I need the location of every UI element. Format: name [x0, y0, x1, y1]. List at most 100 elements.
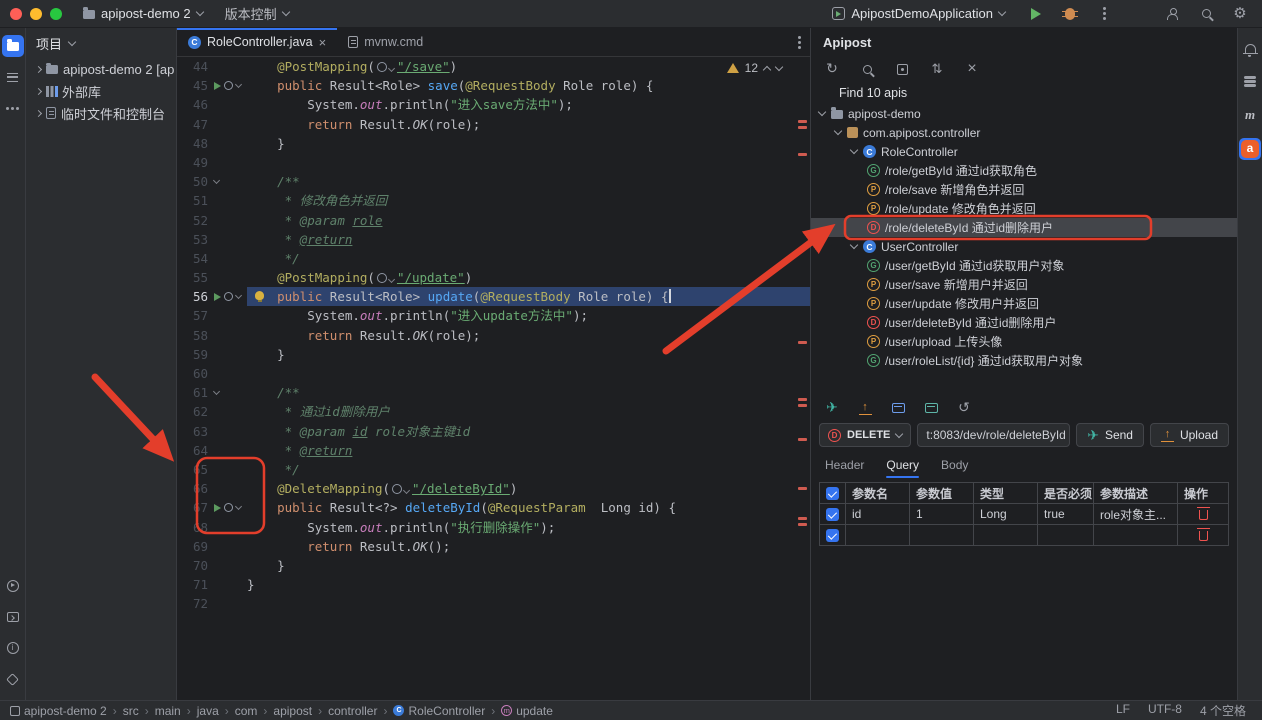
api-tree-item[interactable]: UserController [811, 237, 1237, 256]
api-tree-item[interactable]: /user/update 修改用户并返回 [811, 294, 1237, 313]
url-input[interactable]: t:8083/dev/role/deleteById [917, 423, 1071, 447]
error-stripe-mark[interactable] [798, 523, 807, 526]
fold-chevron-icon[interactable] [234, 503, 243, 511]
status-item[interactable]: 4 个空格 [1200, 702, 1246, 719]
debug-button[interactable] [1060, 4, 1080, 24]
breadcrumb-item[interactable]: main [155, 704, 181, 718]
breadcrumb-item[interactable]: apipost-demo 2 [10, 704, 107, 718]
error-stripe-mark[interactable] [798, 126, 807, 129]
problems-tool-button[interactable] [2, 637, 24, 659]
card-blue-button[interactable] [889, 399, 907, 417]
api-tree-item[interactable]: /user/upload 上传头像 [811, 332, 1237, 351]
error-stripe-mark[interactable] [798, 341, 807, 344]
delete-row-icon[interactable] [1196, 506, 1210, 520]
database-tool-button[interactable] [1239, 70, 1261, 92]
project-tree-item[interactable]: 临时文件和控制台 [26, 102, 176, 124]
close-button[interactable] [963, 60, 981, 78]
param-tab-Header[interactable]: Header [825, 450, 864, 480]
error-stripe-mark[interactable] [798, 517, 807, 520]
plane-button[interactable] [823, 399, 841, 417]
play-button[interactable] [1026, 4, 1046, 24]
user-button[interactable] [1162, 4, 1182, 24]
breadcrumb-item[interactable]: src [123, 704, 139, 718]
fold-chevron-icon[interactable] [234, 292, 243, 300]
api-tree-item[interactable]: RoleController [811, 142, 1237, 161]
project-widget[interactable]: apipost-demo 2 [76, 3, 210, 24]
api-tree-item[interactable]: com.apipost.controller [811, 123, 1237, 142]
row-checkbox[interactable] [826, 508, 839, 522]
api-tree-item[interactable]: /role/save 新增角色并返回 [811, 180, 1237, 199]
run-method-icon[interactable] [214, 503, 221, 512]
api-tree-item[interactable]: /role/deleteById 通过id删除用户 [811, 218, 1237, 237]
status-item[interactable]: UTF-8 [1148, 702, 1182, 719]
api-endpoint-icon[interactable] [224, 292, 233, 302]
more-tool-button[interactable] [2, 97, 24, 119]
error-stripe-mark[interactable] [798, 398, 807, 401]
param-cell[interactable]: 1 [909, 503, 974, 525]
run-tool-button[interactable] [2, 575, 24, 597]
select-all-checkbox[interactable] [826, 487, 839, 501]
api-endpoint-icon[interactable] [224, 503, 233, 513]
param-cell[interactable] [1093, 524, 1178, 546]
terminal-tool-button[interactable] [2, 606, 24, 628]
tab-mvnw.cmd[interactable]: mvnw.cmd [337, 28, 434, 56]
next-problem-icon[interactable] [774, 62, 784, 71]
project-panel-header[interactable]: 项目 [26, 28, 176, 58]
inspection-widget[interactable]: 12 [726, 61, 784, 75]
chevron-down-icon[interactable] [849, 240, 859, 250]
settings-button[interactable] [1230, 4, 1250, 24]
maven-tool-button[interactable] [1239, 104, 1261, 126]
chevron-right-icon[interactable] [34, 87, 43, 95]
api-tree-item[interactable]: /role/getById 通过id获取角色 [811, 161, 1237, 180]
send-button[interactable]: Send [1076, 423, 1144, 447]
param-cell[interactable] [973, 524, 1038, 546]
error-stripe-mark[interactable] [798, 153, 807, 156]
prev-problem-icon[interactable] [762, 65, 772, 74]
project-tree-item[interactable]: apipost-demo 2 [ap [26, 58, 176, 80]
chevron-down-icon[interactable] [833, 126, 843, 136]
notifications-tool-button[interactable] [1239, 36, 1261, 58]
close-icon[interactable]: × [319, 36, 327, 49]
param-cell[interactable] [845, 524, 910, 546]
param-cell[interactable]: id [845, 503, 910, 525]
more-vert-button[interactable] [1094, 4, 1114, 24]
api-tree-item[interactable]: /user/roleList/{id} 通过id获取用户对象 [811, 351, 1237, 370]
error-stripe[interactable] [797, 57, 809, 700]
api-tree-item[interactable]: /user/deleteById 通过id删除用户 [811, 313, 1237, 332]
tab-RoleController.java[interactable]: RoleController.java × [177, 28, 338, 56]
apipost-tool-button[interactable] [1239, 138, 1261, 160]
chevron-down-icon[interactable] [817, 107, 827, 117]
api-endpoint-icon[interactable] [224, 81, 233, 91]
fold-chevron-icon[interactable] [212, 388, 221, 396]
upload-button[interactable]: Upload [1149, 423, 1229, 447]
delete-row-icon[interactable] [1196, 527, 1210, 541]
api-tree-item[interactable]: /role/update 修改角色并返回 [811, 199, 1237, 218]
project-tool-button[interactable] [1, 35, 24, 57]
error-stripe-mark[interactable] [798, 438, 807, 441]
error-stripe-mark[interactable] [798, 404, 807, 407]
breadcrumb-item[interactable]: com [235, 704, 258, 718]
search-small-button[interactable] [858, 60, 876, 78]
fold-chevron-icon[interactable] [212, 177, 221, 185]
vcs-widget[interactable]: 版本控制 [218, 1, 296, 26]
row-select-cell[interactable] [819, 503, 846, 525]
method-select[interactable]: DELETE [819, 423, 912, 447]
card-teal-button[interactable] [922, 399, 940, 417]
status-item[interactable]: LF [1116, 702, 1130, 719]
close-window-button[interactable] [10, 7, 22, 20]
sync-button[interactable] [928, 60, 946, 78]
breadcrumb-item[interactable]: java [197, 704, 219, 718]
select-all-cell[interactable] [819, 482, 846, 504]
history-button[interactable] [955, 399, 973, 417]
project-tree-item[interactable]: 外部库 [26, 80, 176, 102]
param-tab-Query[interactable]: Query [886, 450, 919, 480]
param-tab-Body[interactable]: Body [941, 450, 968, 480]
search-button[interactable] [1196, 4, 1216, 24]
upload-tray-button[interactable] [856, 399, 874, 417]
run-method-icon[interactable] [214, 81, 221, 90]
row-checkbox[interactable] [826, 529, 839, 543]
breadcrumb-item[interactable]: update [501, 704, 553, 718]
minimize-window-button[interactable] [30, 7, 42, 20]
chevron-right-icon[interactable] [34, 109, 43, 117]
row-select-cell[interactable] [819, 524, 846, 546]
